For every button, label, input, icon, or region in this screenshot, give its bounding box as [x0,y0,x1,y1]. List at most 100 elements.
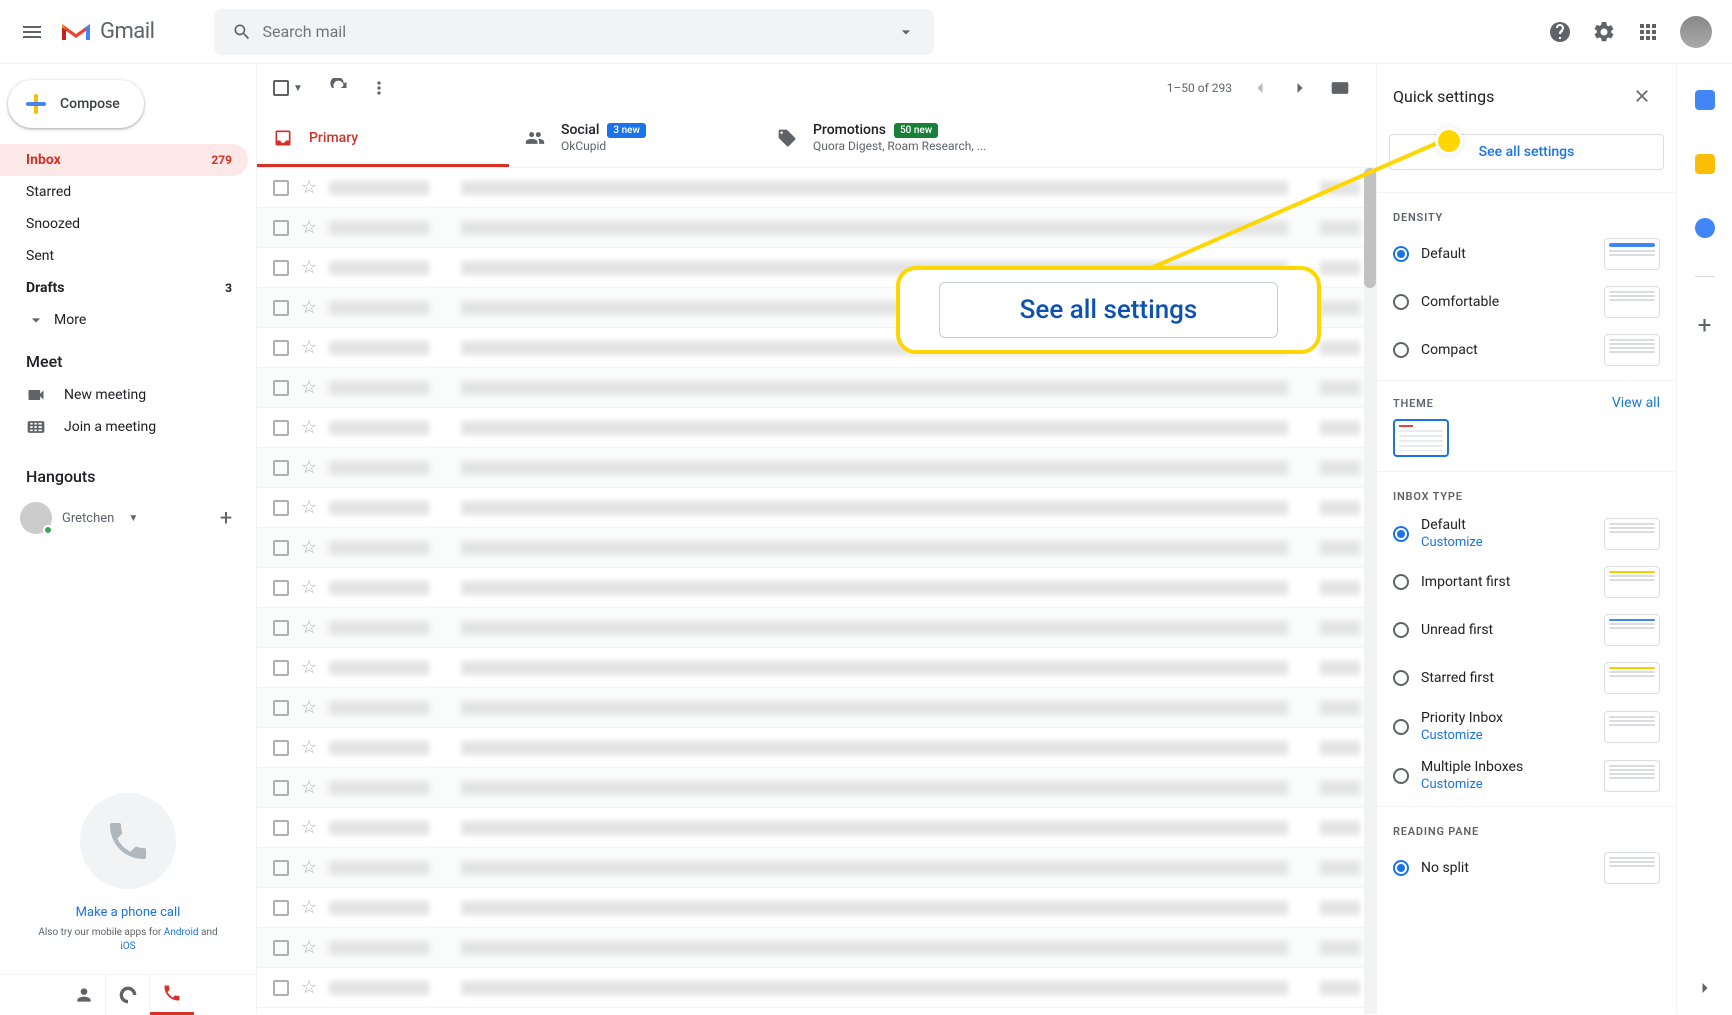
search-icon[interactable] [222,12,262,52]
star-icon[interactable]: ☆ [301,617,317,638]
settings-button[interactable] [1584,12,1624,52]
tasks-addon-button[interactable] [1685,208,1725,248]
account-avatar[interactable] [1680,16,1712,48]
density-option-default[interactable]: Default [1377,230,1676,278]
star-icon[interactable]: ☆ [301,337,317,358]
density-option-comfortable[interactable]: Comfortable [1377,278,1676,326]
search-bar[interactable] [214,9,934,55]
refresh-button[interactable] [319,68,359,108]
star-icon[interactable]: ☆ [301,977,317,998]
compose-button[interactable]: Compose [8,80,144,128]
star-icon[interactable]: ☆ [301,177,317,198]
inbox-type-multiple[interactable]: Multiple Inboxes Customize [1377,751,1676,800]
sidebar-item-inbox[interactable]: Inbox 279 [0,144,248,176]
mail-row[interactable]: ☆ [257,808,1376,848]
row-checkbox[interactable] [273,780,289,796]
customize-link[interactable]: Customize [1421,535,1592,550]
inbox-type-default[interactable]: Default Customize [1377,509,1676,558]
star-icon[interactable]: ☆ [301,217,317,238]
sidebar-item-sent[interactable]: Sent [0,240,248,272]
reading-pane-no-split[interactable]: No split [1377,844,1676,892]
row-checkbox[interactable] [273,420,289,436]
inbox-type-important[interactable]: Important first [1377,558,1676,606]
ios-link[interactable]: iOS [120,941,135,952]
sidebar-item-starred[interactable]: Starred [0,176,248,208]
prev-page-button[interactable] [1240,68,1280,108]
star-icon[interactable]: ☆ [301,537,317,558]
mail-row[interactable]: ☆ [257,168,1376,208]
star-icon[interactable]: ☆ [301,697,317,718]
tab-social[interactable]: Social 3 new OkCupid [509,112,761,167]
star-icon[interactable]: ☆ [301,457,317,478]
mail-row[interactable]: ☆ [257,848,1376,888]
row-checkbox[interactable] [273,660,289,676]
mail-row[interactable]: ☆ [257,648,1376,688]
mail-row[interactable]: ☆ [257,568,1376,608]
star-icon[interactable]: ☆ [301,857,317,878]
star-icon[interactable]: ☆ [301,417,317,438]
row-checkbox[interactable] [273,740,289,756]
density-option-compact[interactable]: Compact [1377,326,1676,374]
row-checkbox[interactable] [273,340,289,356]
main-scrollbar[interactable] [1364,168,1376,1014]
row-checkbox[interactable] [273,260,289,276]
inbox-type-starred[interactable]: Starred first [1377,654,1676,702]
footer-hangouts-button[interactable] [106,975,150,1015]
more-actions-button[interactable] [359,68,399,108]
apps-button[interactable] [1628,12,1668,52]
star-icon[interactable]: ☆ [301,297,317,318]
mail-row[interactable]: ☆ [257,368,1376,408]
main-menu-button[interactable] [8,8,56,56]
mail-row[interactable]: ☆ [257,608,1376,648]
row-checkbox[interactable] [273,620,289,636]
select-options-caret[interactable]: ▼ [293,83,303,94]
mail-row[interactable]: ☆ [257,208,1376,248]
row-checkbox[interactable] [273,180,289,196]
star-icon[interactable]: ☆ [301,657,317,678]
select-all-checkbox[interactable] [273,80,289,96]
get-addons-button[interactable]: + [1685,305,1725,345]
sidebar-item-drafts[interactable]: Drafts 3 [0,272,248,304]
inbox-type-priority[interactable]: Priority Inbox Customize [1377,702,1676,751]
mail-row[interactable]: ☆ [257,728,1376,768]
row-checkbox[interactable] [273,380,289,396]
close-button[interactable] [1624,78,1660,114]
star-icon[interactable]: ☆ [301,257,317,278]
star-icon[interactable]: ☆ [301,777,317,798]
row-checkbox[interactable] [273,980,289,996]
hangouts-user-row[interactable]: Gretchen ▼ + [0,494,256,542]
star-icon[interactable]: ☆ [301,897,317,918]
row-checkbox[interactable] [273,860,289,876]
mail-row[interactable]: ☆ [257,528,1376,568]
search-options-button[interactable] [886,12,926,52]
star-icon[interactable]: ☆ [301,937,317,958]
keep-addon-button[interactable] [1685,144,1725,184]
row-checkbox[interactable] [273,220,289,236]
row-checkbox[interactable] [273,460,289,476]
collapse-panel-button[interactable] [1695,978,1715,998]
next-page-button[interactable] [1280,68,1320,108]
hangouts-new-button[interactable]: + [212,504,240,532]
row-checkbox[interactable] [273,300,289,316]
tab-promotions[interactable]: Promotions 50 new Quora Digest, Roam Res… [761,112,1013,167]
mail-row[interactable]: ☆ [257,488,1376,528]
mail-row[interactable]: ☆ [257,768,1376,808]
input-tools-button[interactable] [1320,68,1360,108]
customize-link[interactable]: Customize [1421,728,1592,743]
theme-thumbnail[interactable] [1393,419,1449,457]
star-icon[interactable]: ☆ [301,497,317,518]
row-checkbox[interactable] [273,580,289,596]
tab-primary[interactable]: Primary [257,112,509,167]
mail-row[interactable]: ☆ [257,928,1376,968]
row-checkbox[interactable] [273,540,289,556]
row-checkbox[interactable] [273,820,289,836]
row-checkbox[interactable] [273,500,289,516]
make-phone-call-link[interactable]: Make a phone call [76,905,181,920]
calendar-addon-button[interactable] [1685,80,1725,120]
mail-row[interactable]: ☆ [257,448,1376,488]
star-icon[interactable]: ☆ [301,817,317,838]
row-checkbox[interactable] [273,940,289,956]
mail-row[interactable]: ☆ [257,408,1376,448]
mail-row[interactable]: ☆ [257,968,1376,1008]
mail-row[interactable]: ☆ [257,888,1376,928]
